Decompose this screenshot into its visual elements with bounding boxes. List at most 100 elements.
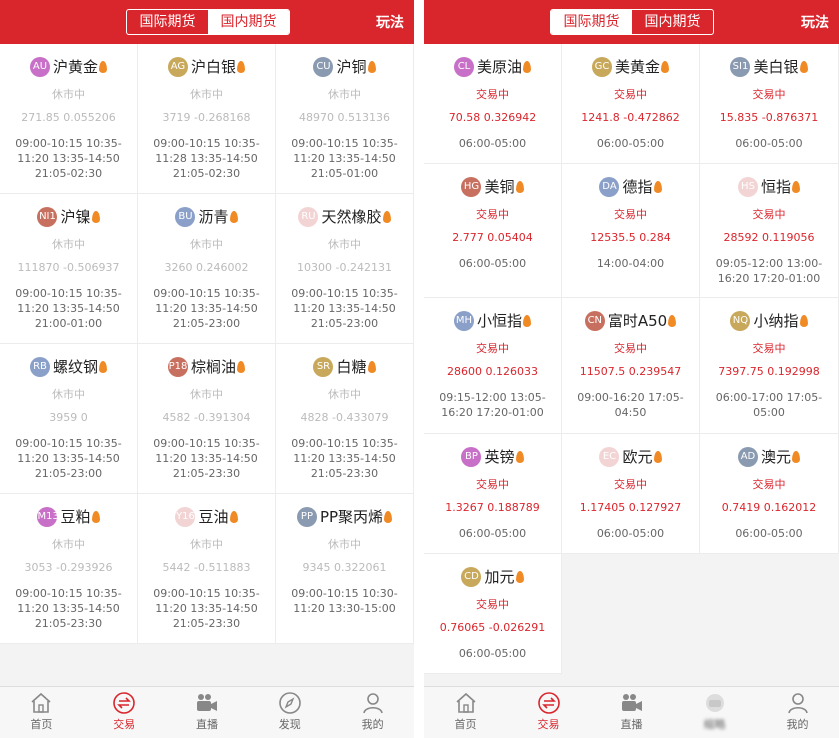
price-change: 12535.5 0.284 [590, 231, 671, 244]
fire-icon [91, 210, 100, 223]
rules-button[interactable]: 玩法 [376, 12, 404, 32]
futures-cell[interactable]: PP PP聚丙烯 休市中 9345 0.322061 09:00-10:15 10:30… [276, 494, 414, 644]
futures-cell[interactable]: BP 英镑 交易中 1.3267 0.188789 06:00-05:00 [424, 434, 562, 554]
futures-name: 豆粕 [60, 508, 91, 526]
futures-name: 英镑 [484, 448, 515, 466]
futures-title: DA 德指 [562, 176, 699, 197]
price-change: 111870 -0.506937 [17, 261, 120, 274]
trading-hours: 06:00-05:00 [735, 527, 803, 540]
trading-hours: 06:00-05:00 [458, 527, 527, 540]
trading-hours: 09:00-10:15 10:35-11:20 13:35-14:50 21:0… [291, 137, 398, 180]
fire-icon [792, 180, 800, 193]
nav-item-discover[interactable]: 发现 [248, 687, 331, 738]
futures-name: 螺纹钢 [52, 358, 98, 376]
futures-code-badge: MH [453, 310, 474, 331]
tab-international-futures[interactable]: 国际期货 [127, 10, 208, 34]
price-change: 1.17405 0.127927 [579, 501, 682, 514]
futures-cell[interactable]: P18 棕榈油 休市中 4582 -0.391304 09:00-10:15 10:35… [138, 344, 276, 494]
nav-item-trade[interactable]: 交易 [507, 687, 590, 738]
futures-cell[interactable]: RU 天然橡胶 休市中 10300 -0.242131 09:00-10:15 10:3… [276, 194, 414, 344]
futures-code-badge: Y16 [175, 506, 196, 527]
fire-icon [384, 510, 393, 523]
nav-item-user[interactable]: 我的 [331, 687, 414, 738]
market-status: 休市中 [52, 538, 85, 551]
market-status: 交易中 [752, 88, 786, 101]
market-status: 交易中 [476, 342, 509, 355]
futures-name: 豆油 [198, 508, 229, 526]
futures-title: CD 加元 [424, 566, 561, 587]
futures-cell[interactable]: AU 沪黄金 休市中 271.85 0.055206 09:00-10:15 10:35… [0, 44, 138, 194]
bottom-nav: 首页 交易 直播 缩略 我的 [424, 686, 839, 738]
fire-icon [792, 450, 800, 463]
futures-code-badge: P18 [167, 356, 188, 377]
home-icon [0, 691, 83, 715]
futures-cell[interactable]: HG 美铜 交易中 2.777 0.05404 06:00-05:00 [424, 164, 562, 298]
price-change: 10300 -0.242131 [297, 261, 392, 274]
futures-name: 棕榈油 [190, 358, 236, 376]
price-change: 4582 -0.391304 [162, 411, 251, 424]
trading-hours: 06:00-05:00 [596, 527, 665, 540]
rules-button[interactable]: 玩法 [801, 12, 829, 32]
futures-cell[interactable]: NQ 小纳指 交易中 7397.75 0.192998 06:00-17:00 17:0… [700, 298, 839, 434]
nav-item-trade[interactable]: 交易 [83, 687, 166, 738]
futures-cell[interactable]: MH 小恒指 交易中 28600 0.126033 09:15-12:00 13:05-… [424, 298, 562, 434]
futures-cell[interactable]: CU 沪铜 休市中 48970 0.513136 09:00-10:15 10:35-1… [276, 44, 414, 194]
futures-name: 富时A50 [607, 312, 668, 330]
nav-item-blurred[interactable]: 缩略 [673, 687, 756, 738]
futures-name: 沪黄金 [52, 58, 98, 76]
futures-title: MH 小恒指 [424, 310, 561, 331]
futures-code-badge: EC [599, 446, 620, 467]
futures-code-badge: SR [313, 356, 334, 377]
futures-cell[interactable]: DA 德指 交易中 12535.5 0.284 14:00-04:00 [562, 164, 700, 298]
nav-item-live[interactable]: 直播 [166, 687, 249, 738]
futures-name: 沪白银 [190, 58, 236, 76]
market-switcher: 国际期货 国内期货 [126, 9, 290, 35]
price-change: 3053 -0.293926 [24, 561, 113, 574]
trading-hours: 09:00-10:15 10:35-11:20 13:35-14:50 21:0… [15, 287, 122, 330]
trading-hours: 09:00-10:15 10:35-11:20 13:35-14:50 21:0… [291, 287, 398, 330]
futures-cell[interactable]: SI1 美白银 交易中 15.835 -0.876371 06:00-05:00 [700, 44, 839, 164]
price-change: 9345 0.322061 [302, 561, 387, 574]
futures-cell[interactable]: Y16 豆油 休市中 5442 -0.511883 09:00-10:15 10:35-… [138, 494, 276, 644]
tab-domestic-futures[interactable]: 国内期货 [632, 10, 713, 34]
futures-cell[interactable]: BU 沥青 休市中 3260 0.246002 09:00-10:15 10:35-11… [138, 194, 276, 344]
futures-cell[interactable]: HS 恒指 交易中 28592 0.119056 09:05-12:00 13:00-1… [700, 164, 839, 298]
price-change: 0.7419 0.162012 [721, 501, 817, 514]
nav-label: 直播 [195, 718, 218, 731]
futures-cell[interactable]: AG 沪白银 休市中 3719 -0.268168 09:00-10:15 10:35-… [138, 44, 276, 194]
nav-item-home[interactable]: 首页 [0, 687, 83, 738]
futures-title: AU 沪黄金 [0, 56, 137, 77]
futures-name: 小恒指 [476, 312, 522, 330]
trading-hours: 09:00-10:15 10:35-11:28 13:35-14:50 21:0… [153, 137, 260, 180]
trading-hours: 09:05-12:00 13:00-16:20 17:20-01:00 [715, 257, 823, 285]
futures-cell[interactable]: CL 美原油 交易中 70.58 0.326942 06:00-05:00 [424, 44, 562, 164]
trading-hours: 06:00-05:00 [596, 137, 665, 150]
futures-code-badge: DA [599, 176, 620, 197]
futures-cell[interactable]: M13 豆粕 休市中 3053 -0.293926 09:00-10:15 10:35-… [0, 494, 138, 644]
tab-international-futures[interactable]: 国际期货 [551, 10, 632, 34]
market-status: 休市中 [190, 88, 223, 101]
fire-icon [382, 210, 391, 223]
nav-item-user[interactable]: 我的 [756, 687, 839, 738]
futures-title: NI1 沪镍 [0, 206, 137, 227]
futures-cell[interactable]: SR 白糖 休市中 4828 -0.433079 09:00-10:15 10:35-1… [276, 344, 414, 494]
futures-cell[interactable]: CN 富时A50 交易中 11507.5 0.239547 09:00-16:20 17… [562, 298, 700, 434]
nav-item-home[interactable]: 首页 [424, 687, 507, 738]
nav-label: 首页 [454, 718, 477, 731]
futures-name: 沥青 [198, 208, 229, 226]
futures-cell[interactable]: NI1 沪镍 休市中 111870 -0.506937 09:00-10:15 10:3… [0, 194, 138, 344]
futures-title: EC 欧元 [562, 446, 699, 467]
futures-cell[interactable]: AD 澳元 交易中 0.7419 0.162012 06:00-05:00 [700, 434, 839, 554]
trading-hours: 06:00-17:00 17:05-05:00 [715, 391, 823, 419]
tab-domestic-futures[interactable]: 国内期货 [208, 10, 289, 34]
futures-cell[interactable]: RB 螺纹钢 休市中 3959 0 09:00-10:15 10:35-11:20 13… [0, 344, 138, 494]
nav-label: 交易 [537, 718, 560, 731]
nav-item-live[interactable]: 直播 [590, 687, 673, 738]
futures-name: 沪铜 [336, 58, 367, 76]
futures-cell[interactable]: EC 欧元 交易中 1.17405 0.127927 06:00-05:00 [562, 434, 700, 554]
fire-icon [668, 314, 677, 327]
price-change: 28600 0.126033 [447, 365, 538, 378]
futures-cell[interactable]: CD 加元 交易中 0.76065 -0.026291 06:00-05:00 [424, 554, 562, 674]
futures-cell[interactable]: GC 美黄金 交易中 1241.8 -0.472862 06:00-05:00 [562, 44, 700, 164]
trading-hours: 09:00-10:15 10:35-11:20 13:35-14:50 21:0… [153, 437, 260, 480]
